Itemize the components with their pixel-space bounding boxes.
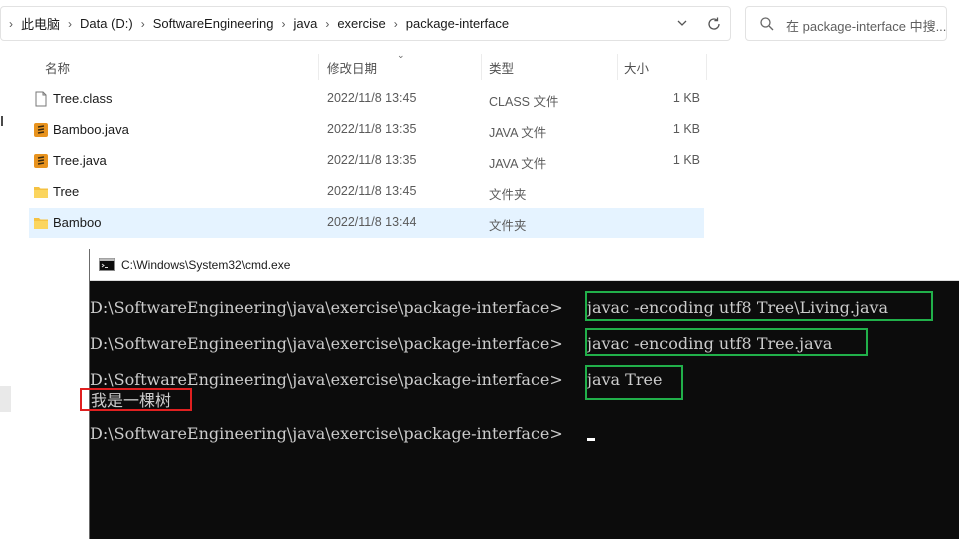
file-name: Bamboo xyxy=(53,215,102,230)
class-file-icon xyxy=(35,91,47,107)
breadcrumb: › 此电脑 › Data (D:) › SoftwareEngineering … xyxy=(1,7,509,40)
folder-icon xyxy=(34,187,48,198)
file-date: 2022/11/8 13:44 xyxy=(327,215,417,229)
file-type: JAVA 文件 xyxy=(489,126,547,140)
file-type: CLASS 文件 xyxy=(489,95,559,109)
refresh-icon[interactable] xyxy=(705,15,723,33)
search-placeholder: 在 package-interface 中搜... xyxy=(786,19,947,34)
file-date: 2022/11/8 13:45 xyxy=(327,91,417,105)
sort-chevron-icon: ⌄ xyxy=(397,50,405,60)
search-box[interactable]: 在 package-interface 中搜... xyxy=(745,6,947,41)
file-date: 2022/11/8 13:35 xyxy=(327,122,417,136)
column-divider[interactable] xyxy=(318,54,319,80)
column-divider[interactable] xyxy=(481,54,482,80)
file-date: 2022/11/8 13:35 xyxy=(327,153,417,167)
column-header-date[interactable]: 修改日期 xyxy=(327,58,377,77)
breadcrumb-exercise[interactable]: exercise xyxy=(337,16,385,31)
chevron-right-icon[interactable]: › xyxy=(1,17,21,31)
green-highlight-box xyxy=(585,365,683,400)
breadcrumb-java[interactable]: java xyxy=(293,16,317,31)
java-file-icon xyxy=(34,154,48,168)
file-type: 文件夹 xyxy=(489,188,527,202)
file-size: 1 KB xyxy=(672,91,700,105)
column-header-type[interactable]: 类型 xyxy=(489,58,514,77)
file-date: 2022/11/8 13:45 xyxy=(327,184,417,198)
file-row[interactable]: Tree.java 2022/11/8 13:35 JAVA 文件 1 KB xyxy=(29,146,704,176)
breadcrumb-package-interface[interactable]: package-interface xyxy=(406,16,509,31)
column-header-name[interactable]: 名称 xyxy=(45,58,70,77)
red-highlight-box xyxy=(80,388,192,411)
file-row[interactable]: Tree.class 2022/11/8 13:45 CLASS 文件 1 KB xyxy=(29,84,704,114)
chevron-right-icon[interactable]: › xyxy=(60,17,80,31)
chevron-right-icon[interactable]: › xyxy=(317,17,337,31)
column-divider[interactable] xyxy=(617,54,618,80)
chevron-down-icon[interactable] xyxy=(674,15,690,31)
breadcrumb-this-pc[interactable]: 此电脑 xyxy=(21,14,60,33)
terminal-cursor xyxy=(587,438,595,441)
file-size: 1 KB xyxy=(672,122,700,136)
terminal-prompt: D:\SoftwareEngineering\java\exercise\pac… xyxy=(90,424,563,443)
file-type: 文件夹 xyxy=(489,219,527,233)
green-highlight-box xyxy=(585,328,868,356)
nav-pane-scroll-marker[interactable] xyxy=(0,386,11,412)
column-header-size[interactable]: 大小 xyxy=(624,58,649,77)
cmd-title-bar[interactable]: C:\Windows\System32\cmd.exe xyxy=(90,249,959,281)
search-icon xyxy=(760,17,774,31)
cmd-title: C:\Windows\System32\cmd.exe xyxy=(121,258,291,272)
chevron-right-icon[interactable]: › xyxy=(273,17,293,31)
chevron-right-icon[interactable]: › xyxy=(386,17,406,31)
java-file-icon xyxy=(34,123,48,137)
file-name: Tree.class xyxy=(53,91,113,106)
file-name: Bamboo.java xyxy=(53,122,129,137)
breadcrumb-data-drive[interactable]: Data (D:) xyxy=(80,16,133,31)
terminal-prompt: D:\SoftwareEngineering\java\exercise\pac… xyxy=(90,298,563,317)
folder-row[interactable]: Tree 2022/11/8 13:45 文件夹 xyxy=(29,177,704,207)
file-row[interactable]: Bamboo.java 2022/11/8 13:35 JAVA 文件 1 KB xyxy=(29,115,704,145)
terminal-prompt: D:\SoftwareEngineering\java\exercise\pac… xyxy=(90,334,563,353)
chevron-right-icon[interactable]: › xyxy=(133,17,153,31)
folder-row-selected[interactable]: Bamboo 2022/11/8 13:44 文件夹 xyxy=(29,208,704,238)
file-type: JAVA 文件 xyxy=(489,157,547,171)
file-name: Tree.java xyxy=(53,153,107,168)
file-size: 1 KB xyxy=(672,153,700,167)
file-name: Tree xyxy=(53,184,80,199)
cmd-window[interactable]: C:\Windows\System32\cmd.exe D:\SoftwareE… xyxy=(89,249,959,539)
column-divider[interactable] xyxy=(706,54,707,80)
nav-pane-edge xyxy=(1,116,3,126)
address-bar[interactable]: › 此电脑 › Data (D:) › SoftwareEngineering … xyxy=(0,6,731,41)
breadcrumb-softwareengineering[interactable]: SoftwareEngineering xyxy=(153,16,274,31)
terminal-output[interactable]: D:\SoftwareEngineering\java\exercise\pac… xyxy=(90,281,959,539)
green-highlight-box xyxy=(585,291,933,321)
cmd-app-icon xyxy=(99,258,115,271)
folder-icon xyxy=(34,218,48,229)
